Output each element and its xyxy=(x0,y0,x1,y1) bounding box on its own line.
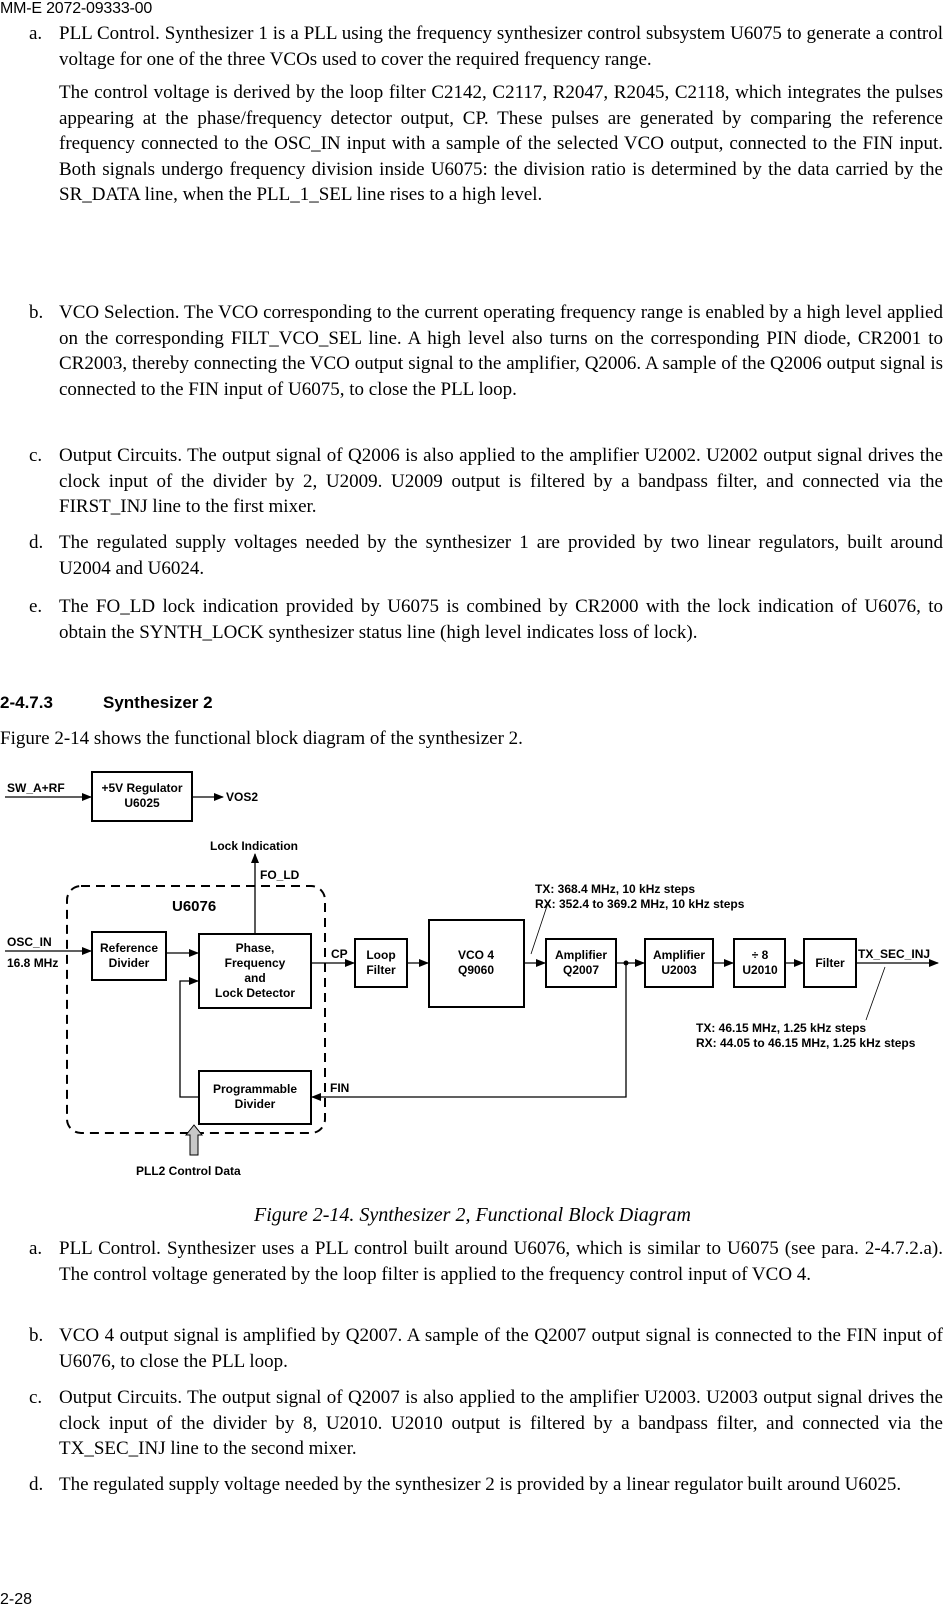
list-item-c: c. Output Circuits. The output signal of… xyxy=(29,1385,943,1462)
vos2-label: VOS2 xyxy=(226,790,258,804)
amp1-line1: Amplifier xyxy=(555,948,607,962)
paragraph: The regulated supply voltages needed by … xyxy=(59,532,943,579)
osc-in-label: OSC_IN xyxy=(7,935,52,949)
section-number: 2-4.7.3 xyxy=(0,693,53,712)
tx-sec-inj-label: TX_SEC_INJ xyxy=(858,947,930,961)
amp2-line1: Amplifier xyxy=(653,948,705,962)
prog-divider-line1: Programmable xyxy=(213,1082,297,1096)
fin-feedback-line xyxy=(311,963,627,1101)
detector-line1: Phase, xyxy=(236,941,275,955)
paragraph: Output Circuits. The output signal of Q2… xyxy=(59,1387,943,1459)
osc-freq-label: 16.8 MHz xyxy=(7,956,58,970)
ref-divider-line1: Reference xyxy=(100,941,158,955)
list-label: a. xyxy=(29,1238,43,1259)
page-number: 2-28 xyxy=(0,1591,33,1608)
detector-line4: Lock Detector xyxy=(215,986,295,1000)
paragraph: PLL Control. Synthesizer 1 is a PLL usin… xyxy=(59,23,943,70)
control-data-arrow-icon xyxy=(184,1124,204,1156)
section-title: Synthesizer 2 xyxy=(103,693,213,712)
lock-indication-label: Lock Indication xyxy=(210,839,298,853)
control-data-label: PLL2 Control Data xyxy=(136,1164,241,1178)
prog-divider-line2: Divider xyxy=(235,1097,276,1111)
vco-note-line2: RX: 352.4 to 369.2 MHz, 10 kHz steps xyxy=(535,897,745,911)
amp1-line2: Q2007 xyxy=(563,963,599,977)
amp2-line2: U2003 xyxy=(661,963,697,977)
out-note-leader xyxy=(865,966,886,1021)
regulator-line2: U6025 xyxy=(124,796,160,810)
divider-feedback-line xyxy=(179,977,199,1098)
loop-filter-line1: Loop xyxy=(366,948,395,962)
figure-caption: Figure 2-14. Synthesizer 2, Functional B… xyxy=(254,1204,691,1226)
out-note-line1: TX: 46.15 MHz, 1.25 kHz steps xyxy=(696,1021,866,1035)
list-label: c. xyxy=(29,1387,43,1408)
loop-filter-line2: Filter xyxy=(366,963,396,977)
list-label: d. xyxy=(29,532,44,553)
block-diagram: SW_A+RF +5V Regulator U6025 VOS2 Lock In… xyxy=(5,771,939,1178)
paragraph: Output Circuits. The output signal of Q2… xyxy=(59,445,943,517)
detector-line3: and xyxy=(244,971,265,985)
document-number: MM-E 2072-09333-00 xyxy=(0,0,153,17)
list-item-b: b. VCO Selection. The VCO corresponding … xyxy=(29,300,943,402)
out-note-line2: RX: 44.05 to 46.15 MHz, 1.25 kHz steps xyxy=(696,1036,916,1050)
paragraph: The FO_LD lock indication provided by U6… xyxy=(59,596,943,643)
list-label: d. xyxy=(29,1474,44,1495)
list-item-e: e. The FO_LD lock indication provided by… xyxy=(29,594,943,645)
section-heading: 2-4.7.3 Synthesizer 2 xyxy=(0,693,213,713)
paragraph: The control voltage is derived by the lo… xyxy=(59,82,943,205)
u6076-label: U6076 xyxy=(172,898,216,915)
sw-a-rf-label: SW_A+RF xyxy=(7,781,65,795)
list-item-a: a. PLL Control. Synthesizer 1 is a PLL u… xyxy=(29,21,943,208)
list-label: c. xyxy=(29,445,43,466)
cp-label: CP xyxy=(331,947,348,961)
paragraph: VCO Selection. The VCO corresponding to … xyxy=(59,302,943,400)
ref-divider-line2: Divider xyxy=(109,956,150,970)
fin-label: FIN xyxy=(330,1081,349,1095)
list-label: b. xyxy=(29,1325,44,1346)
div8-line2: U2010 xyxy=(742,963,778,977)
paragraph: PLL Control. Synthesizer uses a PLL cont… xyxy=(59,1238,943,1285)
paragraph: The regulated supply voltage needed by t… xyxy=(59,1474,902,1495)
vco-note-line1: TX: 368.4 MHz, 10 kHz steps xyxy=(535,882,695,896)
vco-line2: Q9060 xyxy=(458,963,494,977)
filter-label: Filter xyxy=(815,956,845,970)
vco-line1: VCO 4 xyxy=(458,948,494,962)
list-item-c: c. Output Circuits. The output signal of… xyxy=(29,443,943,520)
detector-line2: Frequency xyxy=(225,956,286,970)
list-label: b. xyxy=(29,302,44,323)
regulator-line1: +5V Regulator xyxy=(101,781,182,795)
list-item-b: b. VCO 4 output signal is amplified by Q… xyxy=(29,1323,943,1374)
paragraph: VCO 4 output signal is amplified by Q200… xyxy=(59,1325,943,1372)
list-item-d: d. The regulated supply voltage needed b… xyxy=(29,1472,943,1498)
list-label: e. xyxy=(29,596,43,617)
list-label: a. xyxy=(29,23,43,44)
list-item-d: d. The regulated supply voltages needed … xyxy=(29,530,943,581)
div8-line1: ÷ 8 xyxy=(752,948,769,962)
fo-ld-label: FO_LD xyxy=(260,868,300,882)
list-item-a: a. PLL Control. Synthesizer uses a PLL c… xyxy=(29,1236,943,1287)
intro-paragraph: Figure 2-14 shows the functional block d… xyxy=(0,728,523,749)
